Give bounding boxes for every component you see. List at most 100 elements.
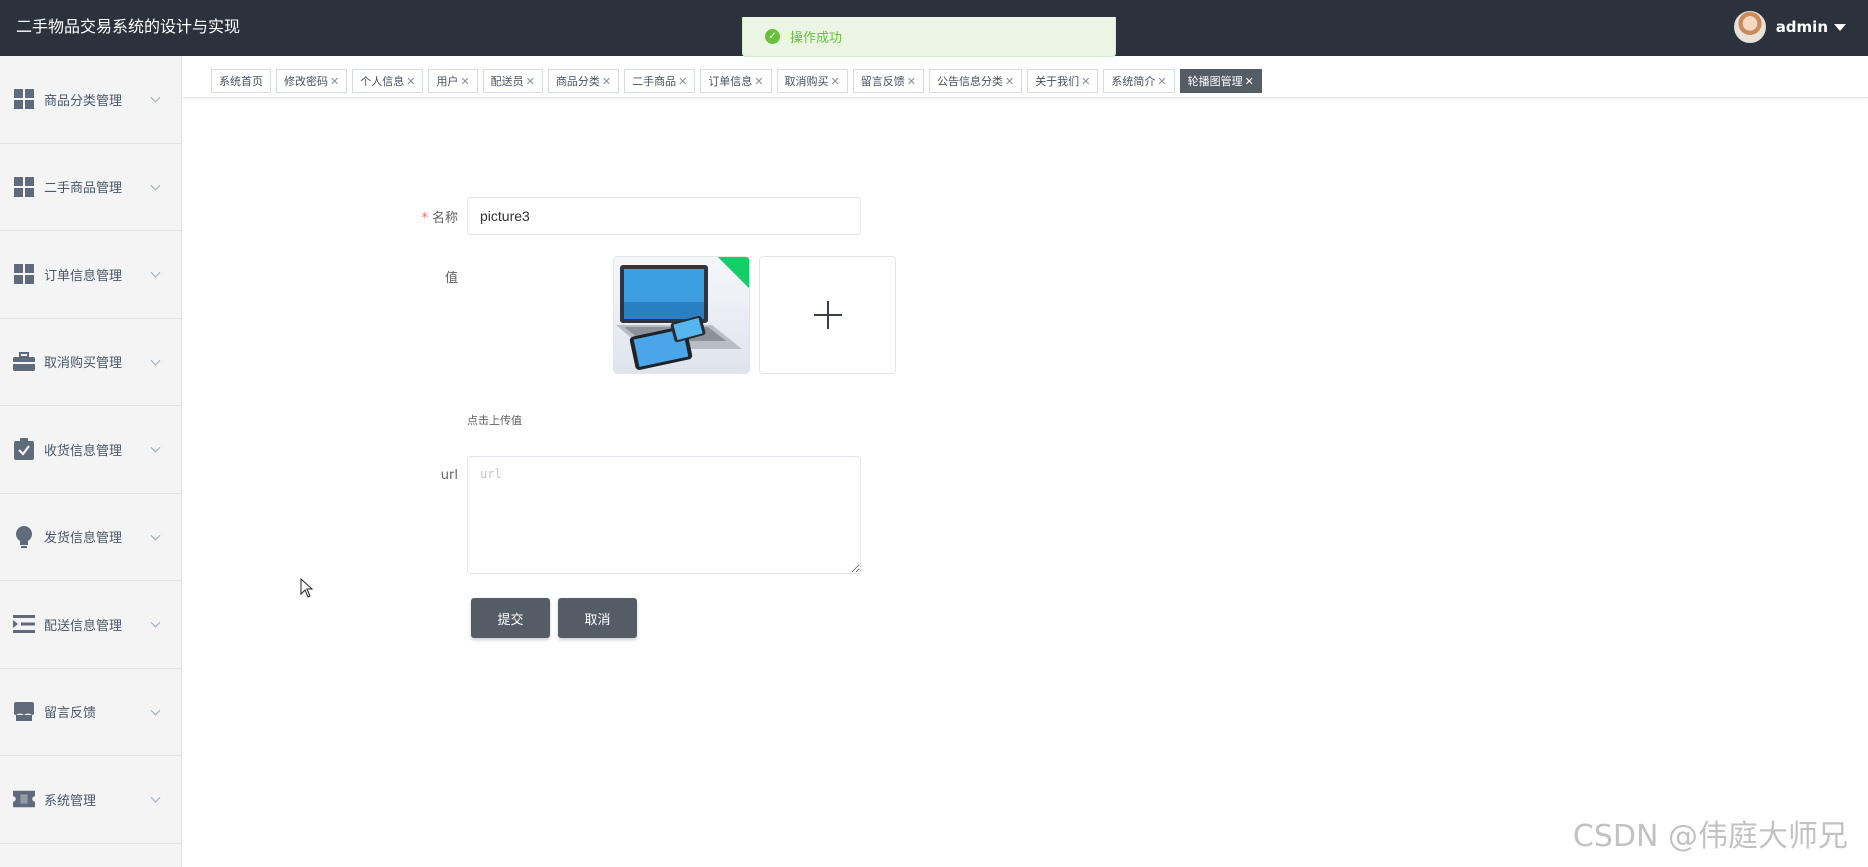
tab-change-password[interactable]: 修改密码 ✕ (276, 69, 348, 93)
tab-order-info[interactable]: 订单信息 ✕ (700, 69, 772, 93)
toast-message: 操作成功 (790, 31, 843, 46)
mouse-cursor-icon (300, 578, 314, 598)
chevron-down-icon (150, 617, 161, 628)
tab-label: 个人信息 (360, 75, 405, 88)
close-icon[interactable]: ✕ (678, 75, 687, 88)
tab-label: 轮播图管理 (1187, 75, 1243, 88)
tab-label: 订单信息 (708, 75, 753, 88)
app-title: 二手物品交易系统的设计与实现 (16, 17, 241, 36)
sidebar-item-label: 系统管理 (44, 793, 97, 809)
chevron-down-icon (150, 355, 161, 366)
name-label: * 名称 (421, 211, 458, 226)
sidebar-item-feedback[interactable]: 留言反馈 (0, 669, 181, 756)
close-icon[interactable]: ✕ (754, 75, 763, 88)
tab-list: 系统首页 修改密码 ✕ 个人信息 ✕ 用户 ✕ 配送员 ✕ 商品分类 ✕ 二手商品 ✕ 订单… (211, 69, 1267, 93)
list-indent-icon (13, 613, 35, 635)
tab-about-us[interactable]: 关于我们 ✕ (1027, 69, 1099, 93)
lightbulb-icon (13, 525, 35, 548)
sidebar-item-system-management[interactable]: 系统管理 (0, 756, 181, 844)
tab-label: 配送员 (490, 75, 524, 88)
close-icon[interactable]: ✕ (460, 75, 469, 88)
image-upload-button[interactable] (759, 256, 896, 374)
laptop-tablet-image (616, 265, 742, 370)
chevron-down-icon (150, 180, 161, 191)
submit-button[interactable]: 提交 (471, 598, 550, 638)
url-textarea[interactable] (467, 456, 861, 574)
value-label: 值 (444, 271, 458, 286)
tab-second-hand-goods[interactable]: 二手商品 ✕ (624, 69, 696, 93)
sidebar-item-delivery-info[interactable]: 配送信息管理 (0, 581, 181, 669)
close-icon[interactable]: ✕ (1081, 75, 1090, 88)
chevron-down-icon (150, 705, 161, 716)
clipboard-check-icon (13, 438, 35, 461)
chevron-down-icon (150, 92, 161, 103)
tab-label: 用户 (436, 75, 459, 88)
tab-cancel-purchase[interactable]: 取消购买 ✕ (776, 69, 848, 93)
tab-label: 商品分类 (555, 75, 600, 88)
tab-notice-category[interactable]: 公告信息分类 ✕ (928, 69, 1023, 93)
chevron-down-icon (150, 442, 161, 453)
uploaded-image-thumbnail[interactable] (613, 256, 750, 374)
tab-couriers[interactable]: 配送员 ✕ (482, 69, 543, 93)
sidebar-item-label: 收货信息管理 (44, 443, 123, 459)
watermark: CSDN @伟庭大师兄 (1572, 819, 1848, 854)
sidebar-item-label: 配送信息管理 (44, 618, 123, 634)
tab-label: 取消购买 (784, 75, 829, 88)
avatar[interactable] (1733, 11, 1766, 43)
chevron-down-icon (150, 792, 161, 803)
grid-icon (13, 176, 35, 198)
user-menu[interactable]: admin (1733, 10, 1846, 44)
chevron-down-icon (150, 267, 161, 278)
required-mark: * (421, 211, 428, 226)
tab-feedback[interactable]: 留言反馈 ✕ (852, 69, 924, 93)
close-icon[interactable]: ✕ (1157, 75, 1166, 88)
close-icon[interactable]: ✕ (330, 75, 339, 88)
briefcase-icon (13, 351, 35, 373)
sidebar-item-label: 二手商品管理 (44, 181, 123, 197)
sidebar-item-goods-management[interactable]: 二手商品管理 (0, 144, 181, 231)
tab-label: 修改密码 (284, 75, 328, 88)
sidebar-item-label: 留言反馈 (44, 706, 97, 722)
cancel-button[interactable]: 取消 (558, 598, 637, 638)
sidebar-item-label: 订单信息管理 (44, 268, 123, 284)
sidebar-item-cancel-purchase[interactable]: 取消购买管理 (0, 319, 181, 406)
close-icon[interactable]: ✕ (602, 75, 611, 88)
tab-label: 关于我们 (1035, 75, 1080, 88)
url-label: url (440, 468, 458, 483)
close-icon[interactable]: ✕ (831, 75, 840, 88)
tab-users[interactable]: 用户 ✕ (428, 69, 478, 93)
tab-carousel-management[interactable]: 轮播图管理 ✕ (1179, 69, 1262, 93)
plus-icon (813, 301, 842, 329)
close-icon[interactable]: ✕ (907, 75, 916, 88)
grid-icon (13, 88, 35, 110)
sidebar-item-label: 取消购买管理 (44, 356, 123, 372)
tab-label: 系统简介 (1111, 75, 1156, 88)
caret-down-icon[interactable] (1834, 23, 1846, 31)
close-icon[interactable]: ✕ (1005, 75, 1014, 88)
sidebar-item-receipt-info[interactable]: 收货信息管理 (0, 406, 181, 494)
close-icon[interactable]: ✕ (526, 75, 535, 88)
sidebar-item-shipping-info[interactable]: 发货信息管理 (0, 494, 181, 581)
close-icon[interactable]: ✕ (406, 75, 415, 88)
sidebar-item-order-management[interactable]: 订单信息管理 (0, 231, 181, 319)
tab-label: 系统首页 (219, 75, 263, 88)
check-circle-icon: ✓ (765, 29, 780, 44)
tab-goods-category[interactable]: 商品分类 ✕ (547, 69, 620, 93)
chevron-down-icon (150, 530, 161, 541)
sidebar-item-category-management[interactable]: 商品分类管理 (0, 56, 181, 144)
tab-label: 留言反馈 (860, 75, 905, 88)
close-icon[interactable]: ✕ (1245, 75, 1254, 88)
tab-label: 二手商品 (632, 75, 677, 88)
tab-personal-info[interactable]: 个人信息 ✕ (352, 69, 424, 93)
tab-label: 公告信息分类 (936, 75, 1003, 88)
sidebar-item-label: 商品分类管理 (44, 93, 123, 109)
grid-icon (13, 263, 35, 285)
tags-view-bar: 系统首页 修改密码 ✕ 个人信息 ✕ 用户 ✕ 配送员 ✕ 商品分类 ✕ 二手商品 ✕ 订单… (183, 56, 1868, 98)
success-toast: ✓ 操作成功 (742, 17, 1116, 57)
tab-home[interactable]: 系统首页 (211, 69, 271, 93)
name-input[interactable] (467, 197, 861, 235)
username[interactable]: admin (1776, 18, 1828, 36)
sidebar-menu: 商品分类管理 二手商品管理 订单信息管理 取消购买管理 收货信息管理 发货信息管 (0, 56, 182, 867)
upload-hint: 点击上传值 (467, 414, 522, 427)
tab-system-intro[interactable]: 系统简介 ✕ (1103, 69, 1175, 93)
